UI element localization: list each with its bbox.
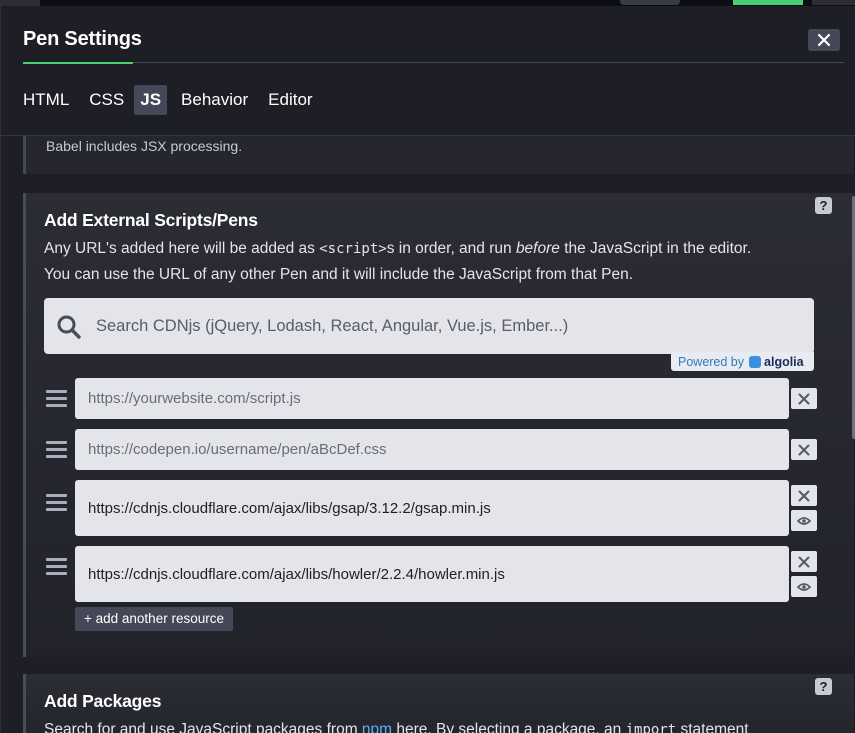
- desc-text: s in order, and run: [386, 240, 516, 257]
- close-button[interactable]: [808, 29, 840, 51]
- desc-code: <script>: [319, 241, 387, 257]
- add-resource-button[interactable]: + add another resource: [75, 607, 233, 631]
- background-edge: [733, 0, 803, 5]
- npm-link[interactable]: npm: [362, 721, 392, 733]
- drag-handle-icon[interactable]: [46, 441, 67, 462]
- tab-editor[interactable]: Editor: [258, 85, 322, 115]
- eye-icon: [797, 516, 811, 525]
- desc-code: import: [625, 722, 677, 733]
- close-icon: [817, 33, 831, 47]
- packages-card: ? Add Packages Search for and use JavaSc…: [23, 674, 854, 733]
- tab-js[interactable]: JS: [134, 85, 168, 115]
- desc-text: the JavaScript in the editor.: [559, 240, 752, 257]
- cdnjs-search-input[interactable]: [96, 298, 796, 354]
- background-edge: [812, 0, 855, 5]
- section-title: Add External Scripts/Pens: [44, 210, 258, 230]
- resource-url-input[interactable]: [75, 480, 789, 536]
- remove-icon: [798, 556, 810, 567]
- section-description: Search for and use JavaScript packages f…: [44, 717, 824, 733]
- title-divider: [133, 62, 844, 63]
- algolia-name: algolia: [764, 354, 804, 369]
- remove-resource-button[interactable]: [791, 551, 817, 572]
- resource-row: [44, 378, 817, 419]
- powered-by-text: Powered by: [678, 354, 745, 369]
- resource-row: [44, 546, 817, 602]
- tab-css[interactable]: CSS: [79, 85, 134, 115]
- remove-resource-button[interactable]: [791, 388, 817, 409]
- remove-icon: [798, 393, 810, 404]
- drag-handle-icon[interactable]: [46, 494, 67, 515]
- external-scripts-card: ? Add External Scripts/Pens Any URL's ad…: [23, 193, 854, 657]
- drag-handle-icon[interactable]: [46, 390, 67, 411]
- title-underline: [23, 62, 133, 64]
- background-edge: [620, 0, 680, 5]
- eye-icon: [797, 582, 811, 591]
- drag-handle-icon[interactable]: [46, 558, 67, 579]
- modal-header: Pen Settings HTML CSS JS Behavior Editor: [1, 6, 855, 136]
- remove-icon: [798, 444, 810, 455]
- algolia-logo-icon: [749, 355, 762, 368]
- section-title: Add Packages: [44, 691, 162, 711]
- search-icon: [57, 315, 81, 339]
- modal-title: Pen Settings: [23, 28, 142, 50]
- remove-resource-button[interactable]: [791, 439, 817, 460]
- view-resource-button[interactable]: [791, 510, 817, 531]
- remove-icon: [798, 490, 810, 501]
- preprocessor-note: Babel includes JSX processing.: [46, 138, 243, 154]
- settings-scroll-area[interactable]: Babel includes JSX processing. ? Add Ext…: [1, 136, 855, 733]
- tab-behavior[interactable]: Behavior: [171, 85, 258, 115]
- help-icon[interactable]: ?: [815, 197, 832, 214]
- help-icon[interactable]: ?: [815, 678, 832, 695]
- tab-html[interactable]: HTML: [23, 85, 79, 115]
- desc-text: Search for and use JavaScript packages f…: [44, 721, 362, 733]
- resource-row: [44, 429, 817, 470]
- resource-url-input[interactable]: [75, 378, 789, 419]
- section-description: Any URL's added here will be added as <s…: [44, 236, 824, 287]
- desc-emphasis: before: [515, 240, 560, 257]
- resource-row: [44, 480, 817, 536]
- preprocessor-card: Babel includes JSX processing.: [23, 136, 854, 174]
- desc-text: Any URL's added here will be added as: [44, 240, 320, 257]
- pen-settings-modal: Pen Settings HTML CSS JS Behavior Editor…: [0, 6, 855, 733]
- view-resource-button[interactable]: [791, 576, 817, 597]
- cdnjs-search-box: [44, 298, 814, 354]
- algolia-attribution[interactable]: Powered by algolia: [671, 352, 814, 371]
- resource-url-input[interactable]: [75, 429, 789, 470]
- resource-url-input[interactable]: [75, 546, 789, 602]
- desc-text: You can use the URL of any other Pen and…: [44, 266, 634, 283]
- desc-text: statement: [676, 721, 749, 733]
- settings-tabs: HTML CSS JS Behavior Editor: [23, 85, 323, 115]
- desc-text: here. By selecting a package, an: [392, 721, 626, 733]
- remove-resource-button[interactable]: [791, 485, 817, 506]
